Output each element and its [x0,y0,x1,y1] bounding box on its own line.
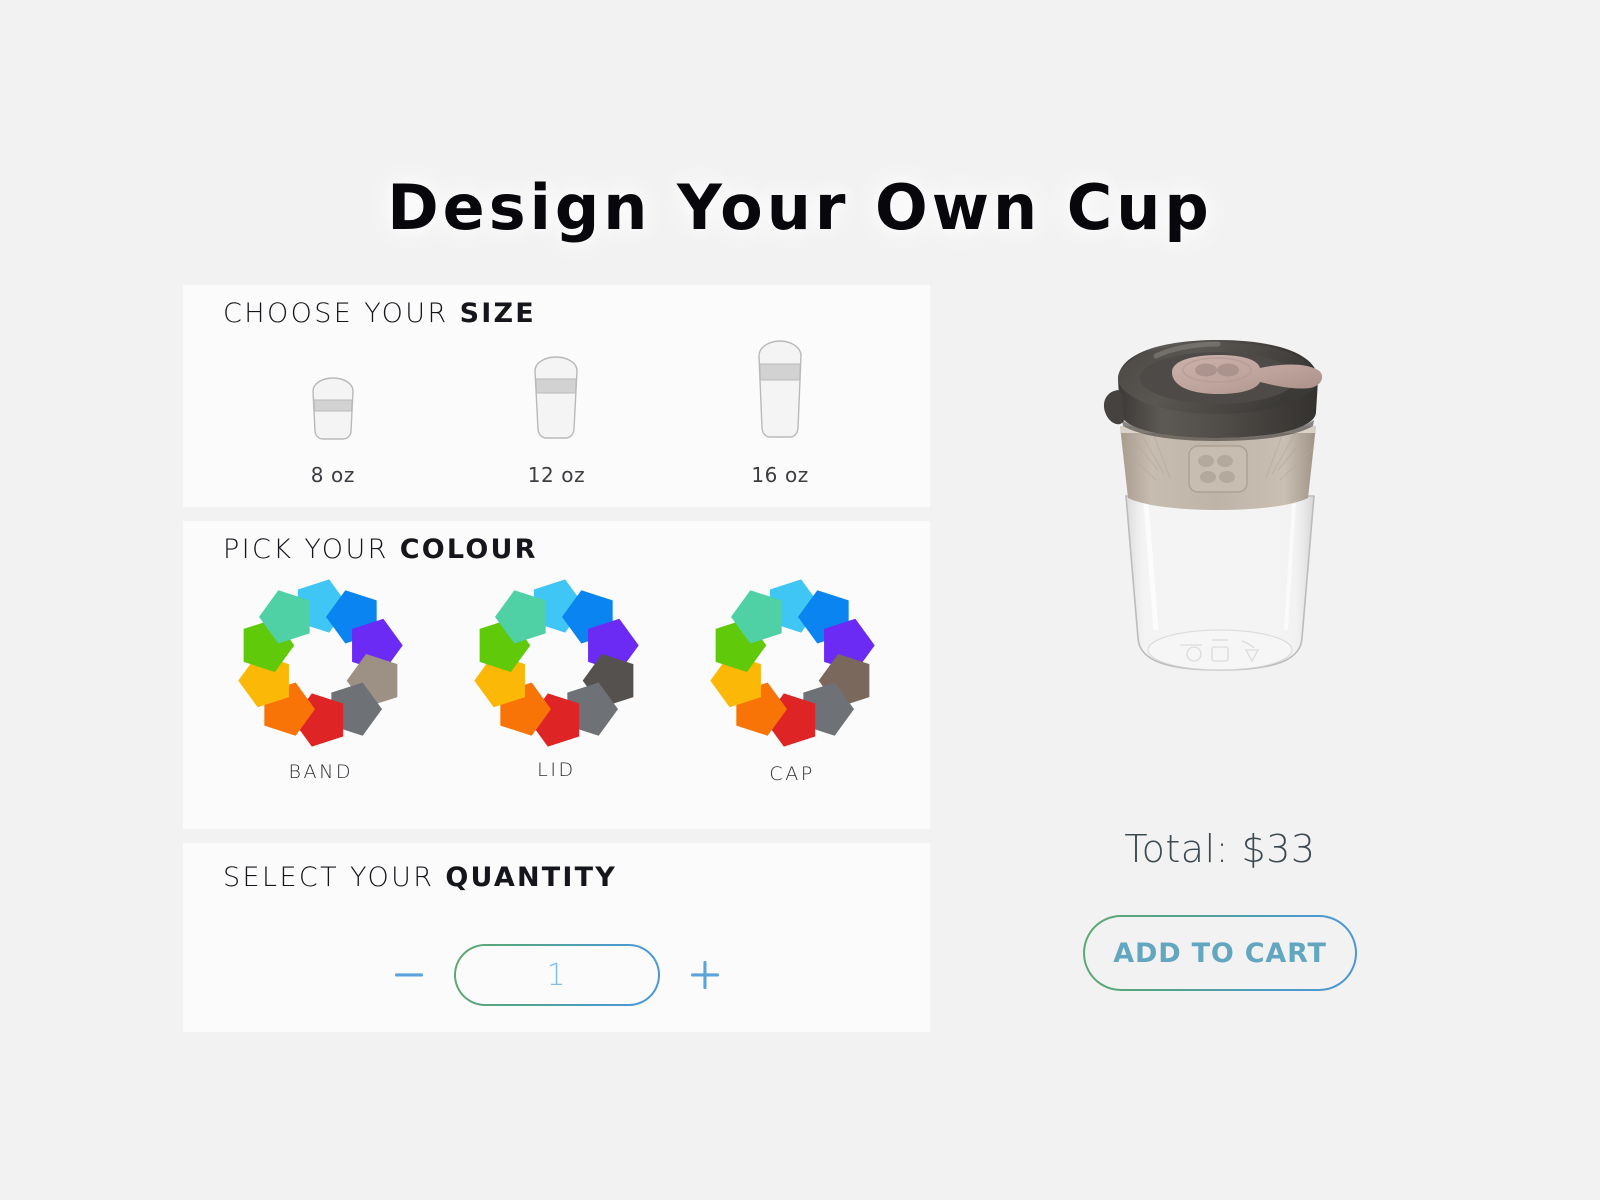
colour-option-label: CAP [769,763,815,785]
plus-icon [690,961,719,989]
colour-option-lid[interactable]: LID [461,579,651,785]
quantity-value: 1 [546,957,567,993]
colour-option-band[interactable]: BAND [226,579,416,785]
size-option-label: 8 oz [310,463,355,487]
size-option-label: 16 oz [751,463,809,487]
colour-wheel-icon[interactable] [709,579,875,747]
colour-wheel-icon[interactable] [474,579,639,747]
size-heading-bold: SIZE [459,298,536,329]
colour-heading: PICK YOUR COLOUR [223,534,930,565]
configurator-panel: CHOOSE YOUR SIZE 8 oz 12 oz 16 oz PICK Y… [183,285,930,1032]
add-to-cart-button[interactable]: ADD TO CART [1083,915,1357,991]
colour-option-cap[interactable]: CAP [697,579,887,785]
size-option-16oz[interactable]: 16 oz [705,340,855,487]
cup-small-icon [297,347,369,447]
quantity-increment-button[interactable] [682,952,728,998]
colour-option-label: BAND [288,761,354,783]
add-to-cart-label: ADD TO CART [1085,917,1355,989]
size-card: CHOOSE YOUR SIZE 8 oz 12 oz 16 oz [183,285,930,507]
quantity-stepper: 1 [183,944,930,1006]
colour-heading-light: PICK YOUR [223,534,400,565]
quantity-heading-light: SELECT YOUR [223,862,446,893]
total-price: Total: $33 [1124,827,1316,871]
colour-wheel-icon[interactable] [238,579,404,747]
minus-icon [394,973,423,977]
colour-heading-bold: COLOUR [399,534,538,565]
size-heading-light: CHOOSE YOUR [223,298,460,329]
quantity-heading-bold: QUANTITY [445,862,617,893]
size-option-12oz[interactable]: 12 oz [481,347,631,487]
size-option-8oz[interactable]: 8 oz [258,347,408,487]
quantity-heading: SELECT YOUR QUANTITY [223,862,930,893]
colour-option-label: LID [537,759,576,781]
cup-medium-icon [518,347,594,447]
size-option-label: 12 oz [527,463,586,487]
colour-card: PICK YOUR COLOUR BAND LID CAP [183,521,930,829]
size-heading: CHOOSE YOUR SIZE [223,298,930,329]
quantity-decrement-button[interactable] [386,952,432,998]
cup-large-icon [741,340,819,447]
colour-option-list: BAND LID CAP [183,579,930,785]
preview-panel: Total: $33 ADD TO CART [975,285,1465,991]
quantity-card: SELECT YOUR QUANTITY 1 [183,843,930,1032]
keepcup-glass-cup-image [975,285,1465,755]
page-title: Design Your Own Cup [387,171,1213,244]
quantity-input-pill[interactable]: 1 [453,944,660,1006]
size-option-list: 8 oz 12 oz 16 oz [183,340,930,487]
